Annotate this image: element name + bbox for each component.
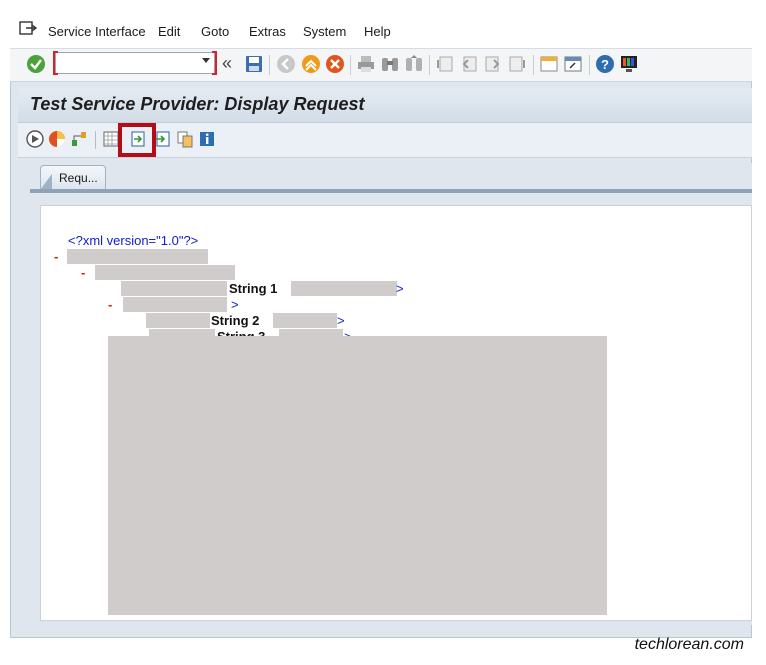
tab-area: Requ... <?xml version="1.0"?> - - String…	[30, 163, 752, 625]
find-next-icon[interactable]	[404, 54, 424, 74]
copy-documents-icon[interactable]	[176, 130, 194, 148]
shortcut-icon[interactable]	[563, 54, 583, 74]
info-icon[interactable]	[198, 130, 216, 148]
hierarchy-icon[interactable]	[70, 130, 88, 148]
menu-extras[interactable]: Extras	[249, 24, 286, 39]
pie-chart-icon[interactable]	[48, 130, 66, 148]
exit-icon[interactable]	[301, 54, 321, 74]
xml-value-string-2: String 2	[211, 313, 260, 328]
save-icon[interactable]	[244, 54, 264, 74]
tab-request-label: Requ...	[59, 171, 98, 185]
collapse-node-icon[interactable]: -	[108, 297, 112, 312]
first-page-icon[interactable]	[435, 54, 455, 74]
collapse-node-icon[interactable]: -	[81, 265, 85, 280]
highlight-box	[118, 123, 156, 157]
back-icon[interactable]	[276, 54, 296, 74]
redacted-area	[108, 336, 607, 615]
application-toolbar	[18, 123, 752, 158]
next-page-icon[interactable]	[483, 54, 503, 74]
cancel-icon[interactable]	[325, 54, 345, 74]
command-field[interactable]	[53, 51, 217, 75]
tab-request[interactable]: Requ...	[40, 165, 106, 190]
standard-toolbar: « ?	[10, 49, 752, 82]
watermark: techlorean.com	[634, 636, 744, 653]
new-session-icon[interactable]	[539, 54, 559, 74]
last-page-icon[interactable]	[507, 54, 527, 74]
command-input[interactable]	[60, 55, 194, 73]
xml-declaration: <?xml version="1.0"?>	[68, 233, 199, 248]
xml-close-angle: >	[337, 313, 345, 328]
xml-close-angle: >	[231, 297, 239, 312]
redacted-block	[95, 265, 235, 280]
redacted-block	[123, 297, 227, 312]
menu-system[interactable]: System	[303, 24, 346, 39]
help-icon[interactable]: ?	[595, 54, 615, 74]
collapse-node-icon[interactable]: -	[54, 249, 58, 264]
screen-title-bar: Test Service Provider: Display Request	[18, 88, 752, 123]
xml-close-angle: >	[396, 281, 404, 296]
menu-service-interface[interactable]: Service Interface	[48, 24, 146, 39]
enter-check-icon[interactable]	[26, 54, 46, 74]
svg-text:?: ?	[601, 57, 609, 72]
menu-goto[interactable]: Goto	[201, 24, 229, 39]
find-icon[interactable]	[380, 54, 400, 74]
collapse-arrows-icon[interactable]: «	[222, 53, 232, 74]
xml-content-pane[interactable]: <?xml version="1.0"?> - - String 1 > - >…	[40, 205, 752, 621]
xml-value-string-1: String 1	[229, 281, 278, 296]
redacted-block	[291, 281, 397, 296]
upload-document-icon[interactable]	[154, 130, 172, 148]
menu-help[interactable]: Help	[364, 24, 391, 39]
redacted-block	[146, 313, 210, 328]
previous-page-icon[interactable]	[459, 54, 479, 74]
execute-icon[interactable]	[26, 130, 44, 148]
menu-bar: Service Interface Edit Goto Extras Syste…	[10, 12, 752, 49]
page-title: Test Service Provider: Display Request	[30, 94, 365, 114]
menu-edit[interactable]: Edit	[158, 24, 180, 39]
redacted-block	[67, 249, 208, 264]
redacted-block	[121, 281, 227, 296]
customize-layout-icon[interactable]	[619, 54, 639, 74]
menu-exit-icon[interactable]	[19, 20, 37, 36]
chevron-down-icon[interactable]	[202, 58, 210, 63]
print-icon[interactable]	[356, 54, 376, 74]
redacted-block	[273, 313, 337, 328]
